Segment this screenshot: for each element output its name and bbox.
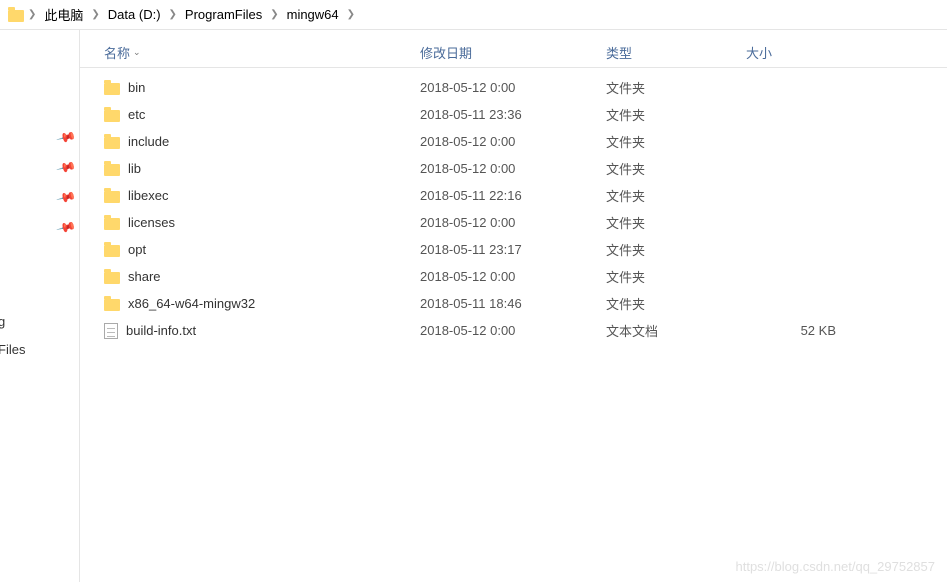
cell-date: 2018-05-12 0:00 — [420, 215, 606, 230]
file-name: lib — [128, 161, 141, 176]
rows-container: bin2018-05-12 0:00文件夹etc2018-05-11 23:36… — [80, 68, 947, 344]
sidebar-item-fragment[interactable]: Files — [0, 342, 25, 357]
cell-date: 2018-05-11 23:36 — [420, 107, 606, 122]
cell-name: build-info.txt — [104, 323, 420, 339]
file-name: x86_64-w64-mingw32 — [128, 296, 255, 311]
column-header-type[interactable]: 类型 — [606, 43, 746, 62]
cell-size: 52 KB — [746, 323, 866, 338]
cell-date: 2018-05-12 0:00 — [420, 134, 606, 149]
file-name: build-info.txt — [126, 323, 196, 338]
cell-date: 2018-05-11 23:17 — [420, 242, 606, 257]
cell-type: 文件夹 — [606, 213, 746, 232]
file-row[interactable]: share 2018-05-12 0:00文件夹 — [80, 263, 947, 290]
breadcrumb-segment[interactable]: 此电脑 — [40, 3, 87, 26]
folder-icon — [104, 272, 120, 284]
cell-type: 文件夹 — [606, 294, 746, 313]
cell-type: 文件夹 — [606, 186, 746, 205]
chevron-right-icon[interactable]: ❯ — [169, 9, 177, 20]
pin-icon: 📌 — [55, 187, 77, 209]
cell-name: etc — [104, 107, 420, 122]
file-row[interactable]: lib 2018-05-12 0:00文件夹 — [80, 155, 947, 182]
file-row[interactable]: bin 2018-05-12 0:00文件夹 — [80, 74, 947, 101]
cell-name: bin — [104, 80, 420, 95]
chevron-right-icon[interactable]: ❯ — [270, 9, 278, 20]
cell-name: include — [104, 134, 420, 149]
file-row[interactable]: libexec 2018-05-11 22:16文件夹 — [80, 182, 947, 209]
folder-icon — [104, 299, 120, 311]
cell-type: 文件夹 — [606, 78, 746, 97]
file-row[interactable]: etc 2018-05-11 23:36文件夹 — [80, 101, 947, 128]
cell-name: libexec — [104, 188, 420, 203]
chevron-down-icon: ⌄ — [133, 47, 141, 58]
folder-icon — [8, 10, 24, 22]
folder-icon — [104, 83, 120, 95]
file-row[interactable]: licenses 2018-05-12 0:00文件夹 — [80, 209, 947, 236]
chevron-right-icon[interactable]: ❯ — [347, 9, 355, 20]
cell-type: 文件夹 — [606, 240, 746, 259]
column-headers: 名称 ⌄ 修改日期 类型 大小 — [80, 38, 947, 68]
column-header-date[interactable]: 修改日期 — [420, 43, 606, 62]
file-name: bin — [128, 80, 145, 95]
cell-date: 2018-05-11 22:16 — [420, 188, 606, 203]
file-list-pane: 名称 ⌄ 修改日期 类型 大小 bin2018-05-12 0:00文件夹etc… — [80, 30, 947, 582]
column-header-label: 修改日期 — [420, 43, 472, 62]
sidebar-item-fragment[interactable]: g — [0, 314, 5, 329]
cell-type: 文本文档 — [606, 321, 746, 340]
chevron-right-icon[interactable]: ❯ — [28, 9, 36, 20]
breadcrumb-label: 此电脑 — [44, 5, 83, 24]
breadcrumb-label: Data (D:) — [108, 7, 161, 22]
breadcrumb-segment[interactable]: Data (D:) — [104, 5, 165, 24]
column-header-label: 类型 — [606, 43, 632, 62]
cell-name: share — [104, 269, 420, 284]
body-area: 📌 📌 📌 📌 g Files 名称 ⌄ 修改日期 类型 大小 bin 2018-… — [0, 30, 947, 582]
cell-date: 2018-05-12 0:00 — [420, 269, 606, 284]
cell-name: x86_64-w64-mingw32 — [104, 296, 420, 311]
file-row[interactable]: opt 2018-05-11 23:17文件夹 — [80, 236, 947, 263]
folder-icon — [104, 164, 120, 176]
cell-type: 文件夹 — [606, 132, 746, 151]
pin-icon: 📌 — [55, 157, 77, 179]
file-icon — [104, 323, 118, 339]
address-bar[interactable]: ❯ 此电脑 ❯ Data (D:) ❯ ProgramFiles ❯ mingw… — [0, 0, 947, 30]
file-name: licenses — [128, 215, 175, 230]
folder-icon — [104, 137, 120, 149]
cell-type: 文件夹 — [606, 105, 746, 124]
cell-date: 2018-05-12 0:00 — [420, 80, 606, 95]
file-row[interactable]: build-info.txt 2018-05-12 0:00文本文档52 KB — [80, 317, 947, 344]
cell-name: licenses — [104, 215, 420, 230]
column-header-name[interactable]: 名称 ⌄ — [104, 43, 420, 62]
column-header-label: 名称 — [104, 43, 130, 62]
cell-name: opt — [104, 242, 420, 257]
chevron-right-icon[interactable]: ❯ — [91, 9, 99, 20]
cell-date: 2018-05-12 0:00 — [420, 161, 606, 176]
folder-icon — [104, 245, 120, 257]
cell-type: 文件夹 — [606, 267, 746, 286]
pin-icon: 📌 — [55, 127, 77, 149]
cell-type: 文件夹 — [606, 159, 746, 178]
breadcrumb-segment[interactable]: ProgramFiles — [181, 5, 266, 24]
watermark: https://blog.csdn.net/qq_29752857 — [736, 559, 936, 574]
breadcrumb-label: mingw64 — [287, 7, 339, 22]
cell-name: lib — [104, 161, 420, 176]
column-header-size[interactable]: 大小 — [746, 43, 866, 62]
cell-date: 2018-05-11 18:46 — [420, 296, 606, 311]
column-header-label: 大小 — [746, 43, 772, 62]
folder-icon — [104, 191, 120, 203]
file-name: opt — [128, 242, 146, 257]
pin-icon: 📌 — [55, 217, 77, 239]
breadcrumb-segment[interactable]: mingw64 — [283, 5, 343, 24]
file-row[interactable]: include 2018-05-12 0:00文件夹 — [80, 128, 947, 155]
cell-date: 2018-05-12 0:00 — [420, 323, 606, 338]
file-row[interactable]: x86_64-w64-mingw32 2018-05-11 18:46文件夹 — [80, 290, 947, 317]
file-name: include — [128, 134, 169, 149]
folder-icon — [104, 110, 120, 122]
breadcrumb-label: ProgramFiles — [185, 7, 262, 22]
folder-icon — [104, 218, 120, 230]
navigation-pane[interactable]: 📌 📌 📌 📌 g Files — [0, 30, 80, 582]
file-name: etc — [128, 107, 145, 122]
file-name: share — [128, 269, 161, 284]
file-name: libexec — [128, 188, 168, 203]
